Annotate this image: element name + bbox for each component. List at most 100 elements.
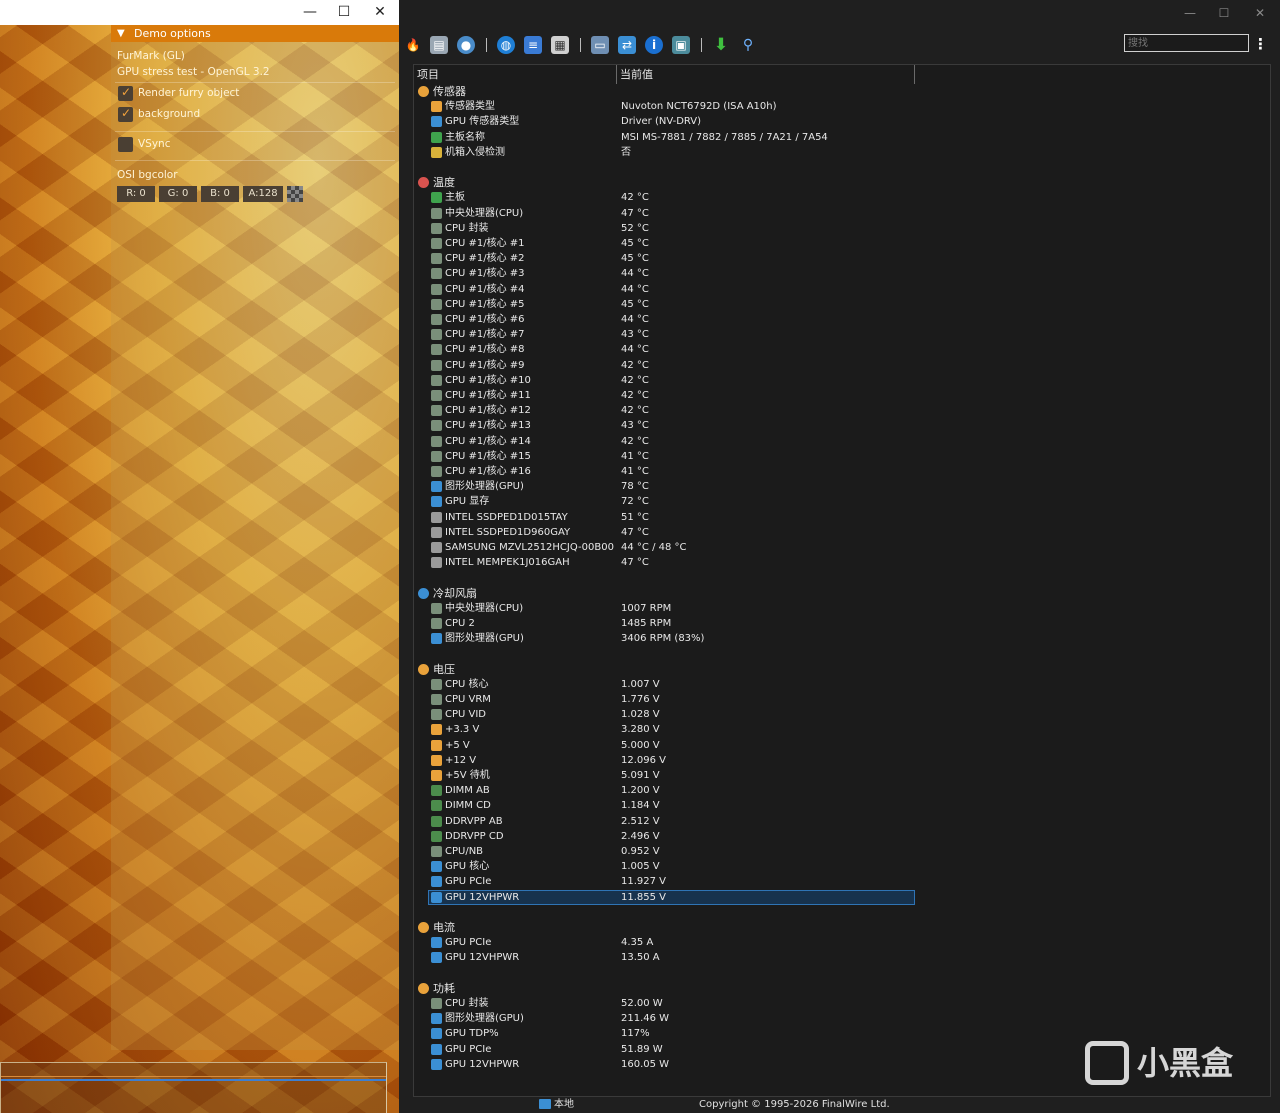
calendar-icon[interactable]: ▦ bbox=[551, 36, 569, 54]
minimize-button[interactable]: — bbox=[1175, 4, 1205, 22]
section-header[interactable]: 功耗 bbox=[414, 981, 1270, 996]
sensor-row[interactable]: GPU 12VHPWR 11.855 V bbox=[414, 890, 1270, 905]
sensor-row[interactable]: 主板名称 MSI MS-7881 / 7882 / 7885 / 7A21 / 7… bbox=[414, 130, 1270, 145]
database-icon[interactable]: ≡ bbox=[524, 36, 542, 54]
close-button[interactable]: ✕ bbox=[362, 0, 398, 25]
sensor-row[interactable]: GPU 12VHPWR 13.50 A bbox=[414, 950, 1270, 965]
sensor-row[interactable]: +12 V 12.096 V bbox=[414, 753, 1270, 768]
flame-icon[interactable]: 🔥 bbox=[404, 36, 422, 54]
maximize-button[interactable]: ☐ bbox=[1209, 4, 1239, 22]
user-icon[interactable]: ● bbox=[457, 36, 475, 54]
sensor-row[interactable]: CPU #1/核心 #10 42 °C bbox=[414, 373, 1270, 388]
sensor-row[interactable]: GPU 传感器类型 Driver (NV-DRV) bbox=[414, 114, 1270, 129]
sensor-icon bbox=[431, 816, 442, 827]
info-icon[interactable]: i bbox=[645, 36, 663, 54]
sensor-value: 44 °C bbox=[621, 314, 649, 325]
section-header[interactable]: 传感器 bbox=[414, 84, 1270, 99]
sensor-row[interactable]: +5V 待机 5.091 V bbox=[414, 768, 1270, 783]
more-options-icon[interactable]: ⋮ bbox=[1253, 35, 1268, 53]
sensor-row[interactable]: CPU #1/核心 #8 44 °C bbox=[414, 342, 1270, 357]
vsync-checkbox[interactable] bbox=[118, 137, 133, 152]
sensor-row[interactable]: CPU #1/核心 #3 44 °C bbox=[414, 266, 1270, 281]
render-furry-checkbox[interactable]: ✓ bbox=[118, 85, 133, 101]
sensor-row[interactable]: DDRVPP CD 2.496 V bbox=[414, 829, 1270, 844]
sensor-row[interactable]: SAMSUNG MZVL2512HCJQ-00B00 44 °C / 48 °C bbox=[414, 540, 1270, 555]
sensor-row[interactable]: CPU #1/核心 #4 44 °C bbox=[414, 282, 1270, 297]
sensor-row[interactable]: 中央处理器(CPU) 1007 RPM bbox=[414, 601, 1270, 616]
monitor-icon[interactable]: ▭ bbox=[591, 36, 609, 54]
sensor-row[interactable]: CPU #1/核心 #11 42 °C bbox=[414, 388, 1270, 403]
minimize-button[interactable]: — bbox=[292, 0, 328, 25]
sensor-icon bbox=[431, 800, 442, 811]
red-field[interactable]: R: 0 bbox=[117, 186, 155, 202]
sensor-row[interactable]: CPU 封装 52.00 W bbox=[414, 996, 1270, 1011]
search-input[interactable] bbox=[1124, 34, 1249, 52]
sensor-row[interactable]: CPU #1/核心 #9 42 °C bbox=[414, 358, 1270, 373]
sensor-row[interactable]: CPU #1/核心 #7 43 °C bbox=[414, 327, 1270, 342]
sensor-row[interactable]: 传感器类型 Nuvoton NCT6792D (ISA A10h) bbox=[414, 99, 1270, 114]
section-header[interactable]: 电压 bbox=[414, 662, 1270, 677]
sensor-row[interactable]: +3.3 V 3.280 V bbox=[414, 722, 1270, 737]
sensor-row[interactable]: INTEL SSDPED1D960GAY 47 °C bbox=[414, 525, 1270, 540]
alpha-field[interactable]: A:128 bbox=[243, 186, 283, 202]
sensor-row[interactable]: CPU #1/核心 #14 42 °C bbox=[414, 434, 1270, 449]
sensor-row[interactable]: GPU PCIe 4.35 A bbox=[414, 935, 1270, 950]
sensor-row[interactable]: INTEL MEMPEK1J016GAH 47 °C bbox=[414, 555, 1270, 570]
sensor-value: 45 °C bbox=[621, 238, 649, 249]
sensor-row[interactable]: GPU 显存 72 °C bbox=[414, 494, 1270, 509]
sensor-row[interactable]: CPU 核心 1.007 V bbox=[414, 677, 1270, 692]
section-header[interactable]: 温度 bbox=[414, 175, 1270, 190]
sensor-row[interactable]: GPU 核心 1.005 V bbox=[414, 859, 1270, 874]
section-icon bbox=[418, 922, 429, 933]
sensor-row[interactable]: +5 V 5.000 V bbox=[414, 738, 1270, 753]
report-icon[interactable]: ▤ bbox=[430, 36, 448, 54]
sensor-row[interactable]: CPU #1/核心 #12 42 °C bbox=[414, 403, 1270, 418]
section-header[interactable]: 冷却风扇 bbox=[414, 586, 1270, 601]
column-header-item[interactable]: 项目 bbox=[417, 65, 439, 84]
download-icon[interactable]: ⬇ bbox=[712, 36, 730, 54]
background-checkbox[interactable]: ✓ bbox=[118, 106, 133, 122]
color-swatch[interactable] bbox=[287, 186, 303, 202]
sensor-row[interactable]: CPU #1/核心 #5 45 °C bbox=[414, 297, 1270, 312]
sensor-row[interactable]: INTEL SSDPED1D015TAY 51 °C bbox=[414, 510, 1270, 525]
sensor-row[interactable]: CPU/NB 0.952 V bbox=[414, 844, 1270, 859]
sensor-row[interactable]: CPU 2 1485 RPM bbox=[414, 616, 1270, 631]
sensor-row[interactable]: CPU #1/核心 #16 41 °C bbox=[414, 464, 1270, 479]
sensor-label: GPU 显存 bbox=[445, 496, 490, 507]
demo-options-header[interactable]: ▼ Demo options bbox=[111, 25, 399, 42]
sensor-row[interactable]: 图形处理器(GPU) 3406 RPM (83%) bbox=[414, 631, 1270, 646]
close-button[interactable]: ✕ bbox=[1245, 4, 1275, 22]
section-header[interactable]: 电流 bbox=[414, 920, 1270, 935]
sensor-row[interactable]: CPU #1/核心 #15 41 °C bbox=[414, 449, 1270, 464]
sensor-row[interactable]: 机箱入侵检测 否 bbox=[414, 145, 1270, 160]
sensor-row[interactable]: CPU VID 1.028 V bbox=[414, 707, 1270, 722]
sensor-row[interactable]: 主板 42 °C bbox=[414, 190, 1270, 205]
sensor-row[interactable]: CPU #1/核心 #1 45 °C bbox=[414, 236, 1270, 251]
sensor-row[interactable]: 图形处理器(GPU) 78 °C bbox=[414, 479, 1270, 494]
board-icon[interactable]: ▣ bbox=[672, 36, 690, 54]
globe-icon[interactable]: ◍ bbox=[497, 36, 515, 54]
sensor-row[interactable]: CPU VRM 1.776 V bbox=[414, 692, 1270, 707]
collapse-triangle-icon[interactable]: ▼ bbox=[117, 25, 125, 42]
sensor-row[interactable]: DIMM CD 1.184 V bbox=[414, 798, 1270, 813]
network-icon[interactable]: ⇄ bbox=[618, 36, 636, 54]
sensor-icon bbox=[431, 633, 442, 644]
blue-field[interactable]: B: 0 bbox=[201, 186, 239, 202]
search-icon[interactable]: ⚲ bbox=[739, 36, 757, 54]
column-divider[interactable] bbox=[616, 65, 617, 84]
column-divider[interactable] bbox=[914, 65, 915, 84]
sensor-row[interactable]: GPU PCIe 11.927 V bbox=[414, 874, 1270, 889]
sensor-row[interactable]: CPU 封装 52 °C bbox=[414, 221, 1270, 236]
sensor-row[interactable]: CPU #1/核心 #13 43 °C bbox=[414, 418, 1270, 433]
sensor-label: CPU #1/核心 #11 bbox=[445, 390, 531, 401]
green-field[interactable]: G: 0 bbox=[159, 186, 197, 202]
sensor-row[interactable]: CPU #1/核心 #2 45 °C bbox=[414, 251, 1270, 266]
column-header-value[interactable]: 当前值 bbox=[620, 65, 653, 84]
sensor-row[interactable]: DIMM AB 1.200 V bbox=[414, 783, 1270, 798]
sensor-row[interactable]: 图形处理器(GPU) 211.46 W bbox=[414, 1011, 1270, 1026]
sensor-row[interactable]: 中央处理器(CPU) 47 °C bbox=[414, 206, 1270, 221]
sensor-row[interactable]: CPU #1/核心 #6 44 °C bbox=[414, 312, 1270, 327]
sensor-row[interactable]: DDRVPP AB 2.512 V bbox=[414, 814, 1270, 829]
maximize-button[interactable]: ☐ bbox=[326, 0, 362, 25]
sensor-label: 主板 bbox=[445, 192, 465, 203]
